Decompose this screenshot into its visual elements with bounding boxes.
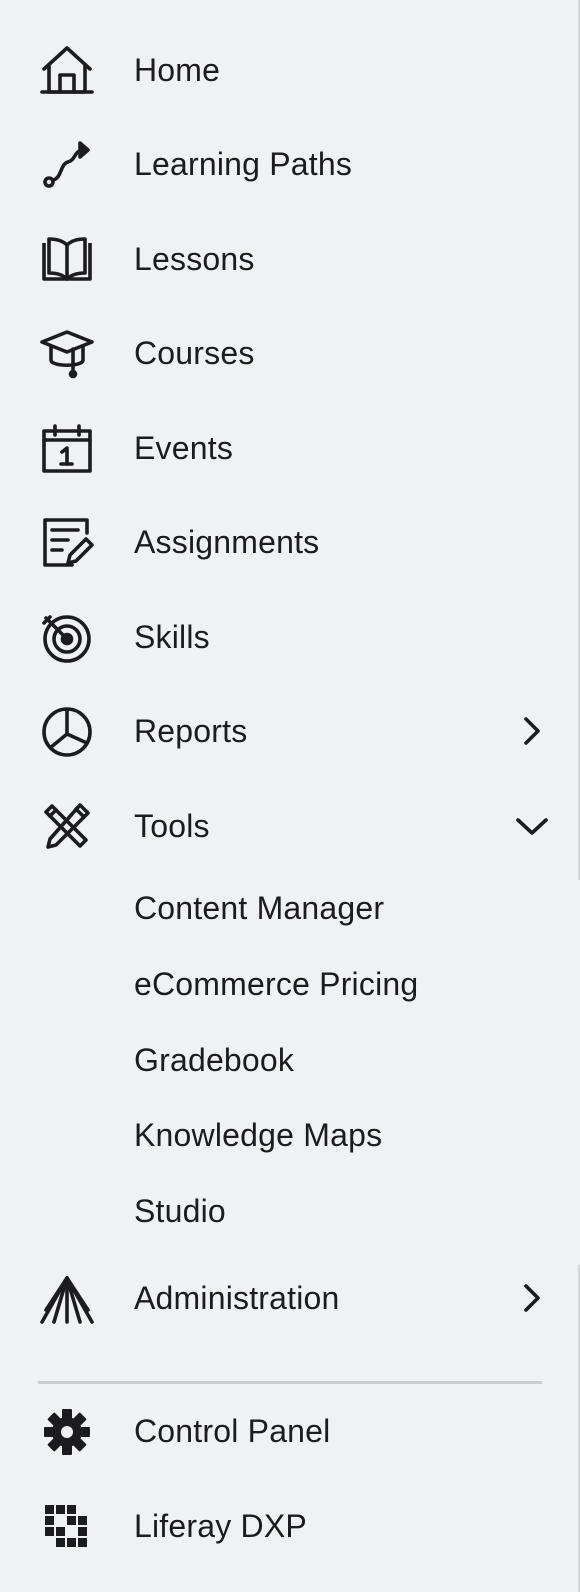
graduation-cap-icon xyxy=(40,327,94,381)
administration-icon xyxy=(40,1272,94,1326)
tools-subitem-knowledge-maps[interactable]: Knowledge Maps xyxy=(134,1115,382,1155)
sidebar-item-skills[interactable]: Skills xyxy=(0,595,572,675)
sidebar-item-label: Courses xyxy=(134,335,255,371)
sidebar-item-control-panel[interactable]: Control Panel xyxy=(0,1389,572,1469)
book-icon xyxy=(40,233,94,287)
sidebar-item-administration[interactable]: Administration xyxy=(0,1256,572,1336)
sidebar-item-home[interactable]: Home xyxy=(0,28,572,108)
home-icon xyxy=(40,44,94,98)
tools-subitem-content-manager[interactable]: Content Manager xyxy=(134,888,384,928)
sidebar-item-label: Liferay DXP xyxy=(134,1508,307,1544)
sidebar-item-label: Events xyxy=(134,430,234,466)
sidebar-navigation: Home Learning Paths Lessons Courses Even… xyxy=(0,0,572,1592)
tools-subitem-ecommerce-pricing[interactable]: eCommerce Pricing xyxy=(134,964,418,1004)
chevron-right-icon[interactable] xyxy=(512,1278,552,1318)
sidebar-item-label: Administration xyxy=(134,1280,340,1316)
sidebar-item-label: Skills xyxy=(134,619,210,655)
assignment-icon xyxy=(40,516,94,570)
chevron-down-icon[interactable] xyxy=(512,806,552,846)
sidebar-item-events[interactable]: Events xyxy=(0,406,572,486)
sidebar-item-label: Tools xyxy=(134,808,210,844)
sidebar-item-tools[interactable]: Tools xyxy=(0,784,572,864)
tools-subitem-studio[interactable]: Studio xyxy=(134,1191,226,1231)
calendar-icon xyxy=(40,422,94,476)
gear-icon xyxy=(40,1405,94,1459)
pie-chart-icon xyxy=(40,705,94,759)
sidebar-item-learning-paths[interactable]: Learning Paths xyxy=(0,122,572,202)
sidebar-divider xyxy=(38,1381,542,1384)
sidebar-item-label: Lessons xyxy=(134,241,255,277)
sidebar-item-label: Reports xyxy=(134,713,248,749)
sidebar-item-courses[interactable]: Courses xyxy=(0,311,572,391)
learning-path-icon xyxy=(40,138,94,192)
sidebar-item-assignments[interactable]: Assignments xyxy=(0,500,572,580)
sidebar-item-lessons[interactable]: Lessons xyxy=(0,217,572,297)
sidebar-item-label: Control Panel xyxy=(134,1413,331,1449)
sidebar-item-label: Home xyxy=(134,52,221,88)
chevron-right-icon[interactable] xyxy=(512,711,552,751)
tools-icon xyxy=(40,800,94,854)
tools-subitem-gradebook[interactable]: Gradebook xyxy=(134,1040,294,1080)
sidebar-item-label: Assignments xyxy=(134,524,320,560)
sidebar-item-label: Learning Paths xyxy=(134,146,353,182)
sidebar-item-reports[interactable]: Reports xyxy=(0,689,572,769)
target-icon xyxy=(40,611,94,665)
sidebar-item-liferay-dxp[interactable]: Liferay DXP xyxy=(0,1484,572,1564)
liferay-logo-icon xyxy=(40,1500,94,1554)
